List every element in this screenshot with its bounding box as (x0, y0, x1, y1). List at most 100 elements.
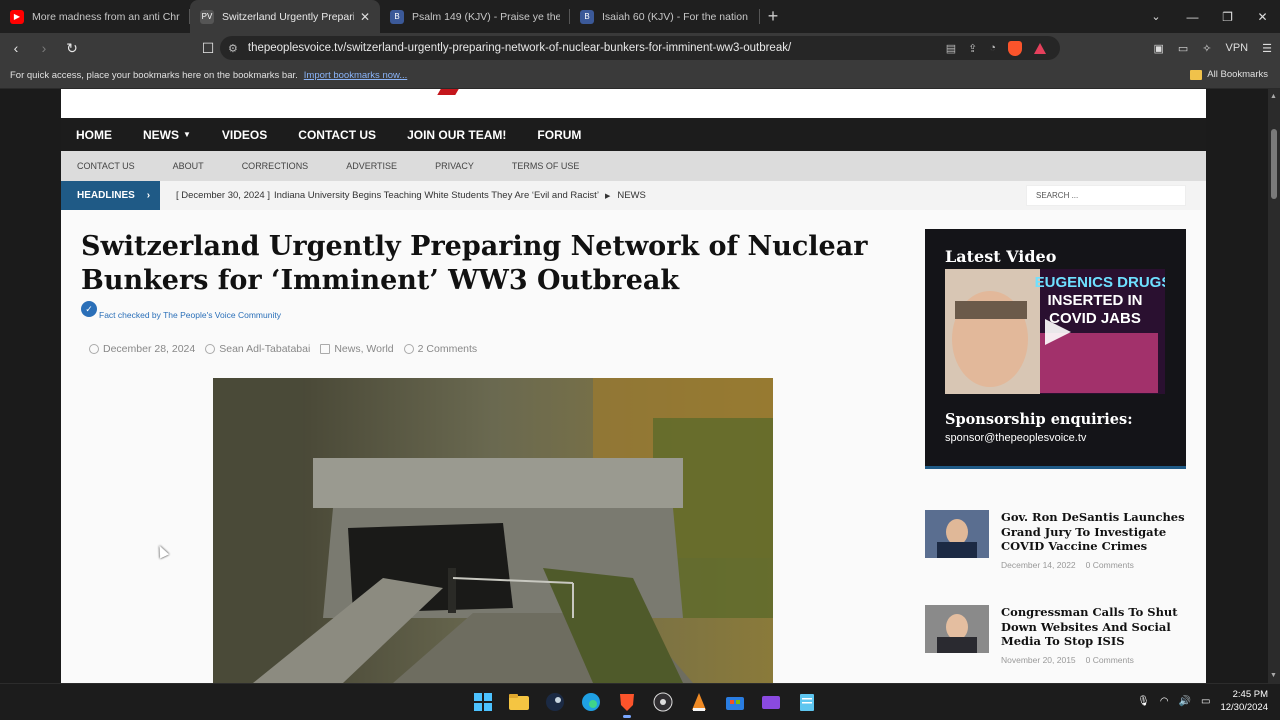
obs-icon[interactable] (651, 688, 675, 716)
nav-news-label: NEWS (143, 127, 179, 142)
peoples-voice-icon: PV (200, 9, 214, 24)
brave-rewards-icon[interactable] (1034, 42, 1046, 54)
subnav-corrections[interactable]: CORRECTIONS (242, 161, 309, 171)
article-categories[interactable]: News, World (334, 343, 393, 355)
bookmark-icon[interactable]: ☐ (196, 36, 220, 60)
clock-date: 12/30/2024 (1220, 702, 1268, 713)
edge-icon[interactable] (579, 688, 603, 716)
minimize-icon[interactable]: — (1175, 0, 1210, 33)
back-icon[interactable]: ‹ (4, 36, 28, 60)
post-thumbnail[interactable] (925, 605, 989, 653)
tab-4[interactable]: B Isaiah 60 (KJV) - For the nation and (570, 0, 760, 33)
volume-icon[interactable]: 🔊 (1179, 696, 1191, 707)
search-input[interactable]: SEARCH ... (1026, 185, 1186, 206)
ticker-category[interactable]: NEWS (617, 190, 646, 201)
nav-news[interactable]: NEWS ▼ (143, 128, 191, 142)
nav-videos[interactable]: VIDEOS (222, 128, 267, 142)
tab-title: Isaiah 60 (KJV) - For the nation and (602, 10, 750, 23)
brave-browser-icon[interactable] (615, 688, 639, 718)
notepad-icon[interactable] (795, 688, 819, 716)
rss-icon[interactable]: ◔ (989, 42, 996, 54)
menu-icon[interactable]: ☰ (1262, 42, 1272, 55)
latest-video-widget: Latest Video EUGENICS DRUGS INSERTED IN … (925, 229, 1186, 469)
subnav-terms[interactable]: TERMS OF USE (512, 161, 580, 171)
article-author[interactable]: Sean Adl-Tabatabai (219, 343, 310, 355)
site-info-icon[interactable]: ⚙ (228, 42, 238, 55)
ticker-item[interactable]: [ December 30, 2024 ] Indiana University… (176, 190, 646, 201)
new-tab-button[interactable]: + (760, 0, 786, 33)
tab-2[interactable]: PV Switzerland Urgently Preparing ✕ (190, 0, 380, 33)
article-comments[interactable]: 2 Comments (418, 343, 478, 355)
logo-fragment (437, 89, 459, 95)
close-window-icon[interactable]: ✕ (1245, 0, 1280, 33)
scroll-thumb[interactable] (1271, 129, 1277, 199)
browser-toolbar: ‹ › ↻ ☐ ⚙ thepeoplesvoice.tv/switzerland… (0, 33, 1280, 63)
fact-check-badge[interactable]: ✓ Fact checked by The People's Voice Com… (81, 301, 281, 323)
scroll-up-icon[interactable]: ▲ (1270, 93, 1277, 100)
tab-title: Switzerland Urgently Preparing (222, 10, 354, 23)
subnav-contact-us[interactable]: CONTACT US (77, 161, 135, 171)
article-date: December 28, 2024 (103, 343, 196, 355)
ticker-date: [ December 30, 2024 ] (176, 190, 270, 201)
reload-icon[interactable]: ↻ (60, 36, 84, 60)
import-bookmarks-link[interactable]: Import bookmarks now... (304, 70, 407, 81)
microsoft-store-icon[interactable] (723, 688, 747, 716)
maximize-icon[interactable]: ❐ (1210, 0, 1245, 33)
address-bar[interactable]: ⚙ thepeoplesvoice.tv/switzerland-urgentl… (220, 36, 1060, 60)
wifi-icon[interactable]: ◠ (1160, 696, 1169, 707)
wallet-icon[interactable]: ▭ (1178, 42, 1188, 55)
bible-icon: B (580, 9, 594, 24)
bookmarks-bar: For quick access, place your bookmarks h… (0, 63, 1280, 89)
close-tab-icon[interactable]: ✕ (360, 10, 370, 24)
nav-contact-us[interactable]: CONTACT US (298, 128, 376, 142)
vpn-button[interactable]: VPN (1226, 42, 1249, 54)
leo-icon[interactable]: ✧ (1202, 42, 1211, 55)
bookmarks-hint: For quick access, place your bookmarks h… (10, 70, 298, 81)
subnav-advertise[interactable]: ADVERTISE (346, 161, 397, 171)
post-thumbnail[interactable] (925, 510, 989, 558)
scroll-down-icon[interactable]: ▼ (1270, 672, 1277, 679)
forward-icon[interactable]: › (32, 36, 56, 60)
video-editor-icon[interactable] (759, 688, 783, 716)
post-comments[interactable]: 0 Comments (1086, 655, 1134, 665)
chevron-right-icon: › (146, 190, 151, 201)
file-explorer-icon[interactable] (507, 688, 531, 716)
share-icon[interactable]: ⇪ (968, 42, 977, 55)
vlc-icon[interactable] (687, 688, 711, 716)
subnav-privacy[interactable]: PRIVACY (435, 161, 474, 171)
windows-start-icon[interactable] (471, 688, 495, 716)
tab-strip: ▶ More madness from an anti Christia PV … (0, 0, 1280, 33)
user-icon (205, 344, 216, 354)
video-thumbnail[interactable]: EUGENICS DRUGS INSERTED IN COVID JABS (945, 269, 1165, 394)
steam-icon[interactable] (543, 688, 567, 716)
nav-home[interactable]: HOME (76, 128, 112, 142)
subnav-about[interactable]: ABOUT (173, 161, 204, 171)
chevron-down-icon: ▼ (183, 130, 191, 139)
post-title[interactable]: Gov. Ron DeSantis Launches Grand Jury To… (1001, 510, 1186, 554)
tab-search-icon[interactable]: ⌄ (1147, 0, 1165, 33)
post-comments[interactable]: 0 Comments (1086, 560, 1134, 570)
sidebar-post[interactable]: Congressman Calls To Shut Down Websites … (925, 605, 1186, 675)
reader-icon[interactable]: ▤ (946, 42, 956, 55)
microphone-icon[interactable]: 🎙 (1137, 696, 1150, 707)
system-clock[interactable]: 2:45 PM 12/30/2024 (1220, 688, 1268, 714)
brave-shields-icon[interactable] (1008, 40, 1022, 56)
nav-forum[interactable]: FORUM (537, 128, 581, 142)
post-title[interactable]: Congressman Calls To Shut Down Websites … (1001, 605, 1186, 649)
battery-icon[interactable]: ▭ (1201, 696, 1210, 707)
tab-3[interactable]: B Psalm 149 (KJV) - Praise ye the LORD (380, 0, 570, 33)
sidebar-icon[interactable]: ▣ (1153, 42, 1163, 55)
url-text: thepeoplesvoice.tv/switzerland-urgently-… (247, 42, 792, 54)
taskbar: 🎙 ◠ 🔊 ▭ 2:45 PM 12/30/2024 (0, 683, 1280, 720)
nav-join-our-team[interactable]: JOIN OUR TEAM! (407, 128, 506, 142)
all-bookmarks-button[interactable]: All Bookmarks (1190, 69, 1268, 80)
ticker-headline[interactable]: Indiana University Begins Teaching White… (274, 190, 599, 201)
page-scrollbar[interactable]: ▲ ▼ (1268, 89, 1280, 683)
sponsorship-email[interactable]: sponsor@thepeoplesvoice.tv (945, 432, 1086, 444)
article-title: Switzerland Urgently Preparing Network o… (81, 231, 868, 296)
sidebar-post[interactable]: Gov. Ron DeSantis Launches Grand Jury To… (925, 510, 1186, 580)
fact-check-text[interactable]: Fact checked by The People's Voice Commu… (99, 310, 281, 320)
tab-1[interactable]: ▶ More madness from an anti Christia (0, 0, 190, 33)
latest-video-title: Latest Video (945, 247, 1057, 266)
verified-icon: ✓ (81, 301, 97, 317)
